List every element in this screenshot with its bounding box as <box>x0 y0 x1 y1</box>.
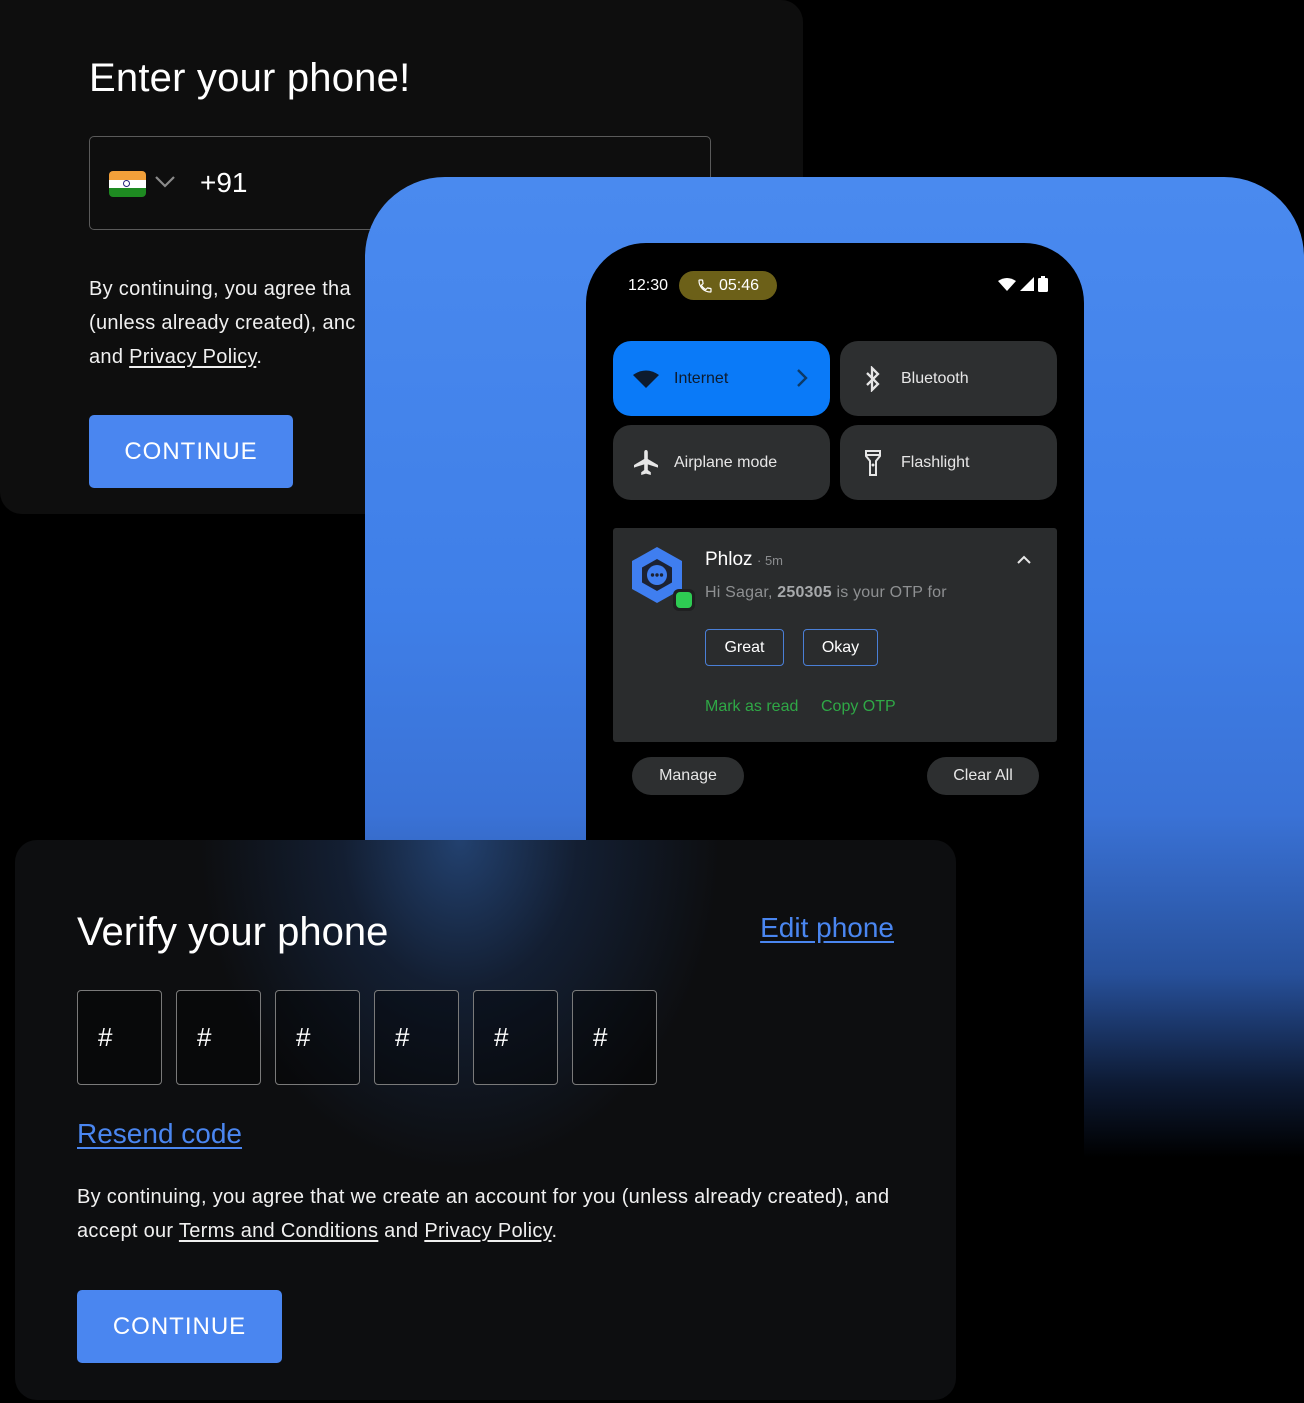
continue-button[interactable]: CONTINUE <box>77 1290 282 1363</box>
dial-code: +91 <box>200 167 248 198</box>
terms-link[interactable]: Terms and Conditions <box>179 1220 378 1242</box>
tile-label: Airplane mode <box>674 453 778 471</box>
india-flag-icon[interactable] <box>109 171 146 197</box>
status-icons <box>998 276 1048 292</box>
airplane-icon <box>634 449 658 475</box>
mark-as-read-action[interactable]: Mark as read <box>705 698 798 716</box>
enter-phone-title: Enter your phone! <box>89 56 411 100</box>
tile-label: Internet <box>674 369 729 387</box>
consent-line: By continuing, you agree tha <box>89 278 351 300</box>
battery-icon <box>1038 276 1048 292</box>
consent-period: . <box>551 1220 558 1242</box>
reply-okay-button[interactable]: Okay <box>803 629 878 666</box>
otp-digit-input[interactable]: # <box>176 990 261 1085</box>
notification-app-name: Phloz <box>705 549 753 570</box>
tile-airplane-mode[interactable]: Airplane mode <box>613 425 830 500</box>
tile-internet[interactable]: Internet <box>613 341 830 416</box>
otp-notification[interactable]: Phloz · 5m Hi Sagar, 250305 is your OTP … <box>613 528 1057 742</box>
tile-label: Flashlight <box>901 453 970 471</box>
otp-code: 250305 <box>777 584 832 601</box>
consent-line: (unless already created), anc <box>89 312 356 334</box>
tile-label: Bluetooth <box>901 369 969 387</box>
otp-digit-input[interactable]: # <box>275 990 360 1085</box>
copy-otp-action[interactable]: Copy OTP <box>821 698 896 716</box>
privacy-policy-link[interactable]: Privacy Policy <box>129 346 256 368</box>
otp-digit-input[interactable]: # <box>473 990 558 1085</box>
consent-and: and <box>378 1220 425 1242</box>
resend-code-link[interactable]: Resend code <box>77 1118 242 1150</box>
consent-text: By continuing, you agree tha (unless alr… <box>89 272 356 374</box>
whatsapp-badge-icon <box>673 589 695 611</box>
wifi-signal-icon <box>998 277 1016 291</box>
verify-phone-title: Verify your phone <box>77 910 389 954</box>
reply-great-button[interactable]: Great <box>705 629 784 666</box>
verify-phone-card: Verify your phone Edit phone # # # # # #… <box>15 840 956 1400</box>
ongoing-call-chip[interactable]: 05:46 <box>679 271 777 300</box>
otp-digit-input[interactable]: # <box>77 990 162 1085</box>
consent-period: . <box>256 346 263 368</box>
call-timer: 05:46 <box>718 276 760 294</box>
phone-call-icon <box>698 278 712 293</box>
otp-input-group: # # # # # # <box>77 990 657 1085</box>
edit-phone-link[interactable]: Edit phone <box>760 912 894 944</box>
status-time: 12:30 <box>628 277 669 294</box>
otp-digit-input[interactable]: # <box>374 990 459 1085</box>
clear-all-button[interactable]: Clear All <box>927 757 1039 795</box>
manage-button[interactable]: Manage <box>632 757 744 795</box>
chevron-up-icon[interactable] <box>1017 555 1031 564</box>
otp-digit-input[interactable]: # <box>572 990 657 1085</box>
notification-message: Hi Sagar, 250305 is your OTP for <box>705 584 947 601</box>
tile-bluetooth[interactable]: Bluetooth <box>840 341 1057 416</box>
chevron-right-icon[interactable] <box>796 368 808 388</box>
wifi-icon <box>633 370 659 388</box>
notification-time: · 5m <box>757 553 783 568</box>
privacy-policy-link[interactable]: Privacy Policy <box>424 1220 551 1242</box>
consent-text: By continuing, you agree that we create … <box>77 1180 917 1248</box>
continue-button[interactable]: CONTINUE <box>89 415 293 488</box>
tile-flashlight[interactable]: Flashlight <box>840 425 1057 500</box>
flashlight-icon <box>865 449 881 476</box>
chevron-down-icon[interactable] <box>154 175 176 189</box>
consent-line: and <box>89 346 130 368</box>
cell-signal-icon <box>1020 277 1034 291</box>
bluetooth-icon <box>866 365 880 392</box>
